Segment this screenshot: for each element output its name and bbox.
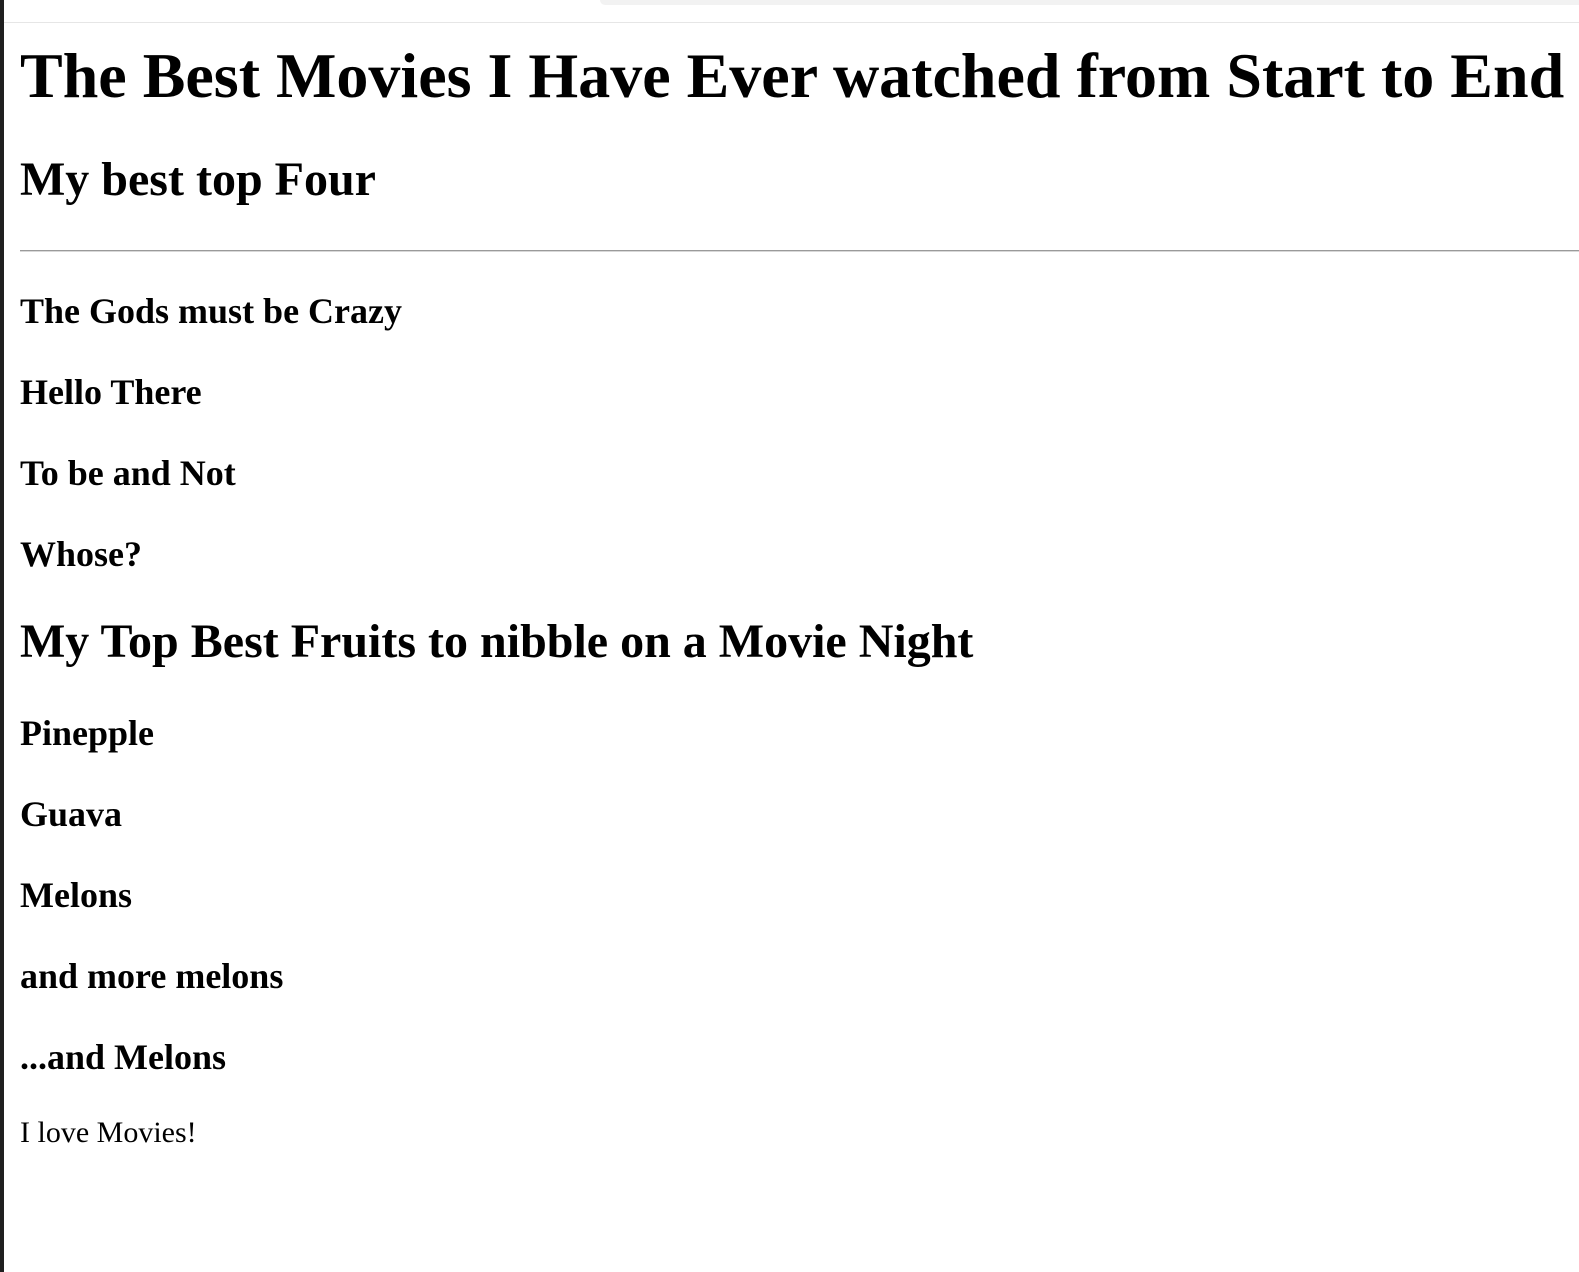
window-left-border <box>0 0 4 1272</box>
fruit-item: Melons <box>20 875 132 915</box>
footer-text: I love Movies! <box>20 1116 197 1149</box>
movie-item: The Gods must be Crazy <box>20 291 403 331</box>
fruits-heading: My Top Best Fruits to nibble on a Movie … <box>20 615 974 668</box>
fruit-item: Pinepple <box>20 713 155 753</box>
browser-top-edge <box>0 0 1579 23</box>
fruit-item: Guava <box>20 794 123 834</box>
page-title: The Best Movies I Have Ever watched from… <box>20 40 1565 111</box>
browser-tab-strip <box>600 0 1579 5</box>
movie-item: Whose? <box>20 534 143 574</box>
section-divider <box>20 250 1579 252</box>
movie-item: Hello There <box>20 372 202 412</box>
fruit-item: ...and Melons <box>20 1037 227 1077</box>
fruit-item: and more melons <box>20 956 284 996</box>
movies-heading: My best top Four <box>20 153 376 206</box>
movie-item: To be and Not <box>20 453 236 493</box>
